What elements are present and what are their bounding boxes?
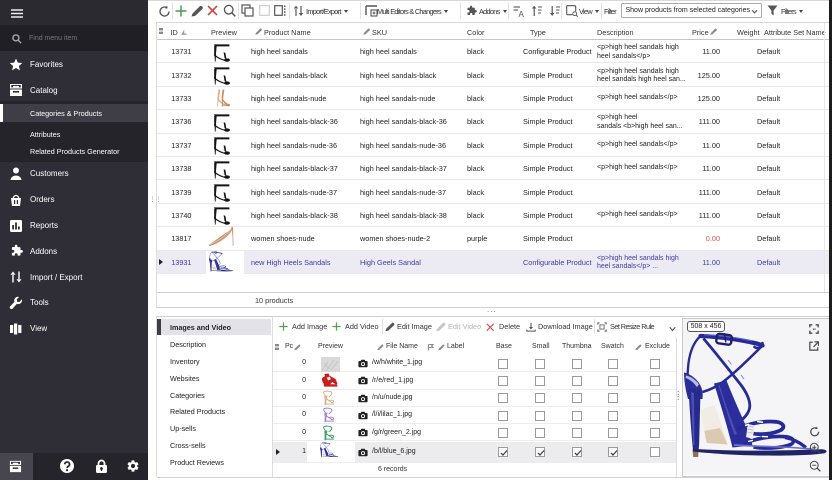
svg-text:A: A [519,10,524,17]
